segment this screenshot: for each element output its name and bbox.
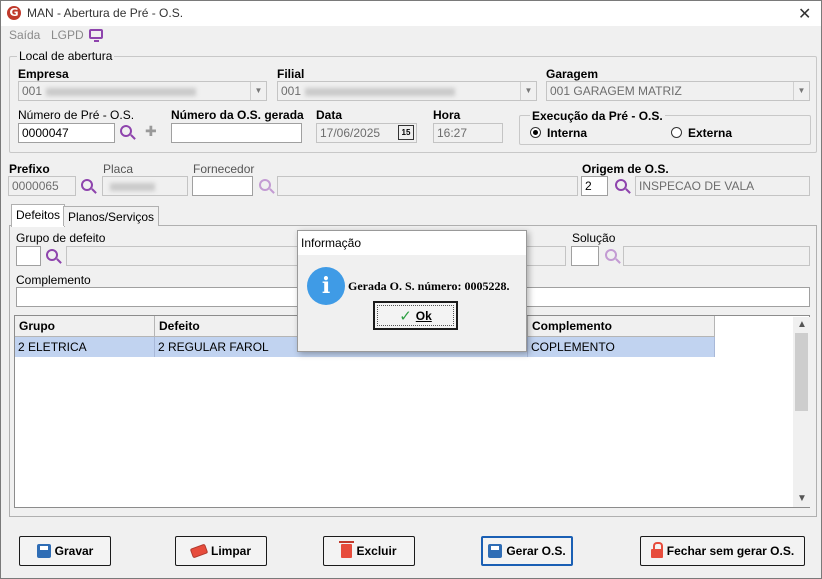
garagem-label: Garagem: [546, 67, 599, 81]
numero-pre-os-label: Número de Pré - O.S.: [18, 108, 135, 122]
focus-rect: [377, 305, 454, 326]
info-dialog: Informação i Gerada O. S. número: 000522…: [297, 230, 527, 352]
filial-label: Filial: [277, 67, 305, 81]
menu-lgpd[interactable]: LGPD: [51, 28, 84, 42]
chevron-down-icon[interactable]: ▼: [250, 82, 266, 100]
chevron-down-icon[interactable]: ▼: [793, 82, 809, 100]
fornecedor-label: Fornecedor: [193, 162, 255, 176]
grupo-defeito-input[interactable]: [16, 246, 41, 266]
gravar-label: Gravar: [54, 544, 94, 558]
tab-planos-servicos[interactable]: Planos/Serviços: [63, 206, 160, 226]
search-icon[interactable]: [120, 125, 132, 137]
scroll-up-icon[interactable]: ▲: [797, 319, 807, 330]
solucao-desc: [623, 246, 810, 266]
window-title: MAN - Abertura de Pré - O.S.: [27, 6, 184, 20]
info-icon: i: [307, 267, 345, 305]
grid-header-complemento[interactable]: Complemento: [528, 316, 715, 337]
search-icon[interactable]: [81, 179, 93, 191]
main-window: G MAN - Abertura de Pré - O.S. ✕ Saída L…: [0, 0, 822, 579]
fornecedor-code-input[interactable]: [192, 176, 253, 196]
menu-saida[interactable]: Saída: [9, 28, 40, 42]
data-label: Data: [316, 108, 343, 122]
execucao-legend: Execução da Pré - O.S.: [530, 109, 665, 123]
gerar-os-button[interactable]: Gerar O.S.: [481, 536, 573, 566]
excluir-label: Excluir: [356, 544, 397, 558]
numero-os-gerada-label: Número da O.S. gerada: [171, 108, 304, 122]
save-icon: [488, 544, 503, 558]
dialog-message: Gerada O. S. número: 0005228.: [348, 279, 510, 293]
filial-select[interactable]: 001 ▼: [277, 81, 537, 101]
dialog-title: Informação: [298, 231, 526, 255]
origem-desc-input: INSPECAO DE VALA: [635, 176, 810, 196]
gravar-button[interactable]: Gravar: [19, 536, 111, 566]
empresa-redacted: [46, 87, 197, 96]
fechar-sem-gerar-button[interactable]: Fechar sem gerar O.S.: [640, 536, 805, 566]
ok-button[interactable]: ✓ Ok: [373, 301, 458, 330]
fechar-sem-gerar-label: Fechar sem gerar O.S.: [666, 544, 795, 558]
close-icon[interactable]: ✕: [798, 4, 811, 24]
empresa-label: Empresa: [18, 67, 69, 81]
title-bar: G MAN - Abertura de Pré - O.S. ✕: [1, 1, 821, 26]
complemento-label: Complemento: [16, 273, 91, 287]
grupo-defeito-label: Grupo de defeito: [16, 231, 106, 245]
empresa-value: 001: [22, 84, 43, 98]
prefixo-label: Prefixo: [9, 162, 50, 176]
trash-icon: [339, 541, 355, 558]
lock-icon: [650, 542, 663, 558]
hora-label: Hora: [433, 108, 461, 122]
placa-input[interactable]: [102, 176, 188, 196]
dialog-body: i Gerada O. S. número: 0005228. ✓ Ok: [298, 255, 526, 351]
search-icon[interactable]: [615, 179, 627, 191]
gerar-os-label: Gerar O.S.: [506, 544, 566, 558]
radio-externa[interactable]: [671, 127, 682, 138]
externa-label[interactable]: Externa: [688, 126, 732, 140]
origem-os-label: Origem de O.S.: [582, 162, 669, 176]
interna-label[interactable]: Interna: [547, 126, 587, 140]
origem-code-input[interactable]: 2: [581, 176, 608, 196]
numero-pre-os-input[interactable]: 0000047: [18, 123, 115, 143]
search-icon[interactable]: [46, 249, 58, 261]
hora-input[interactable]: 16:27: [433, 123, 503, 143]
tab-defeitos[interactable]: Defeitos: [11, 204, 66, 227]
limpar-label: Limpar: [210, 544, 251, 558]
scroll-thumb[interactable]: [795, 333, 808, 411]
radio-interna[interactable]: [530, 127, 541, 138]
eraser-icon: [189, 543, 209, 559]
search-icon[interactable]: [605, 249, 617, 261]
fornecedor-desc-input: [277, 176, 578, 196]
numero-os-gerada-input[interactable]: [171, 123, 302, 143]
local-abertura-legend: Local de abertura: [17, 49, 115, 63]
limpar-button[interactable]: Limpar: [175, 536, 267, 566]
chevron-down-icon[interactable]: ▼: [520, 82, 536, 100]
excluir-button[interactable]: Excluir: [323, 536, 415, 566]
save-icon: [36, 544, 51, 558]
prefixo-input[interactable]: 0000065: [8, 176, 76, 196]
placa-redacted: [110, 182, 155, 191]
placa-label: Placa: [103, 162, 134, 176]
grid-header-grupo[interactable]: Grupo: [15, 316, 155, 337]
filial-redacted: [305, 87, 456, 96]
garagem-value: 001 GARAGEM MATRIZ: [550, 84, 682, 98]
add-icon[interactable]: ✚: [145, 123, 157, 140]
filial-value: 001: [281, 84, 302, 98]
search-icon[interactable]: [259, 179, 271, 191]
table-cell-complemento[interactable]: COPLEMENTO: [528, 337, 715, 357]
vertical-scrollbar[interactable]: ▲ ▼: [793, 317, 810, 507]
empresa-select[interactable]: 001 ▼: [18, 81, 267, 101]
garagem-select[interactable]: 001 GARAGEM MATRIZ ▼: [546, 81, 810, 101]
app-logo-icon: G: [7, 6, 21, 20]
solucao-label: Solução: [572, 231, 616, 245]
monitor-icon[interactable]: [89, 29, 103, 42]
calendar-icon[interactable]: 15: [398, 125, 414, 140]
data-value: 17/06/2025: [320, 126, 381, 140]
solucao-input[interactable]: [571, 246, 599, 266]
table-cell-grupo[interactable]: 2 ELETRICA: [15, 337, 155, 357]
scroll-down-icon[interactable]: ▼: [797, 493, 807, 504]
